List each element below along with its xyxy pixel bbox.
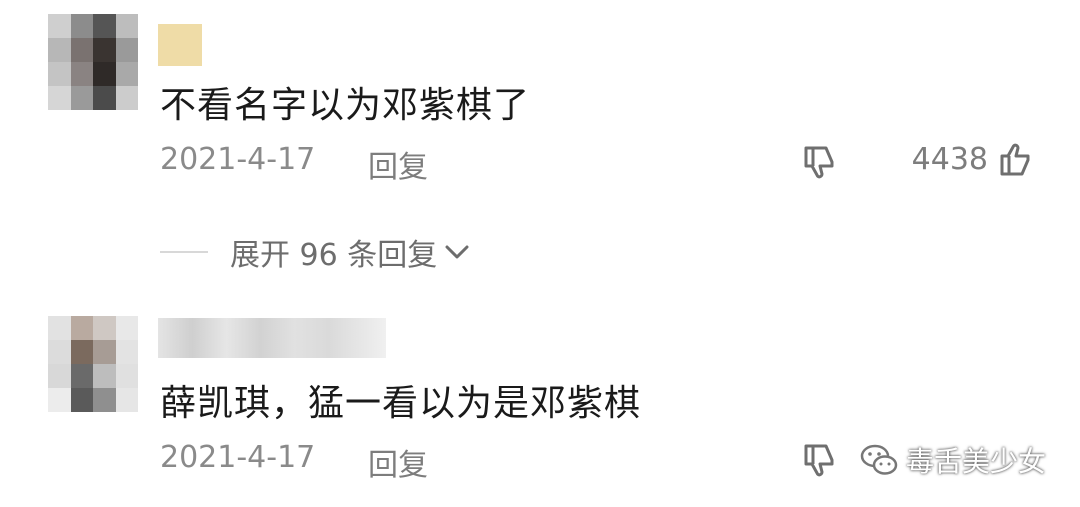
expand-replies-button[interactable]: 展开 96 条回复 [160, 232, 471, 273]
username-blurred[interactable] [158, 318, 386, 358]
thumbs-down-icon[interactable] [800, 142, 840, 182]
thumbs-down-icon[interactable] [800, 440, 840, 480]
watermark-text: 毒舌美少女 [906, 445, 1047, 478]
divider [160, 251, 208, 253]
comment-date: 2021-4-17 [160, 440, 316, 475]
comment-text: 薛凯琪，猛一看以为是邓紫棋 [160, 383, 642, 424]
username-blurred[interactable] [158, 24, 202, 66]
watermark: 毒舌美少女 [860, 440, 1046, 480]
comment-text: 不看名字以为邓紫棋了 [160, 85, 531, 126]
reply-button[interactable]: 回复 [368, 142, 428, 186]
reply-button[interactable]: 回复 [368, 440, 428, 484]
avatar[interactable] [48, 316, 138, 412]
expand-replies-label: 展开 96 条回复 [230, 238, 438, 273]
thumbs-up-icon[interactable] [996, 140, 1036, 180]
avatar[interactable] [48, 14, 138, 110]
comment-date: 2021-4-17 [160, 142, 316, 177]
chevron-down-icon [445, 245, 469, 259]
like-count: 4438 [911, 142, 988, 177]
wechat-icon [860, 444, 898, 475]
